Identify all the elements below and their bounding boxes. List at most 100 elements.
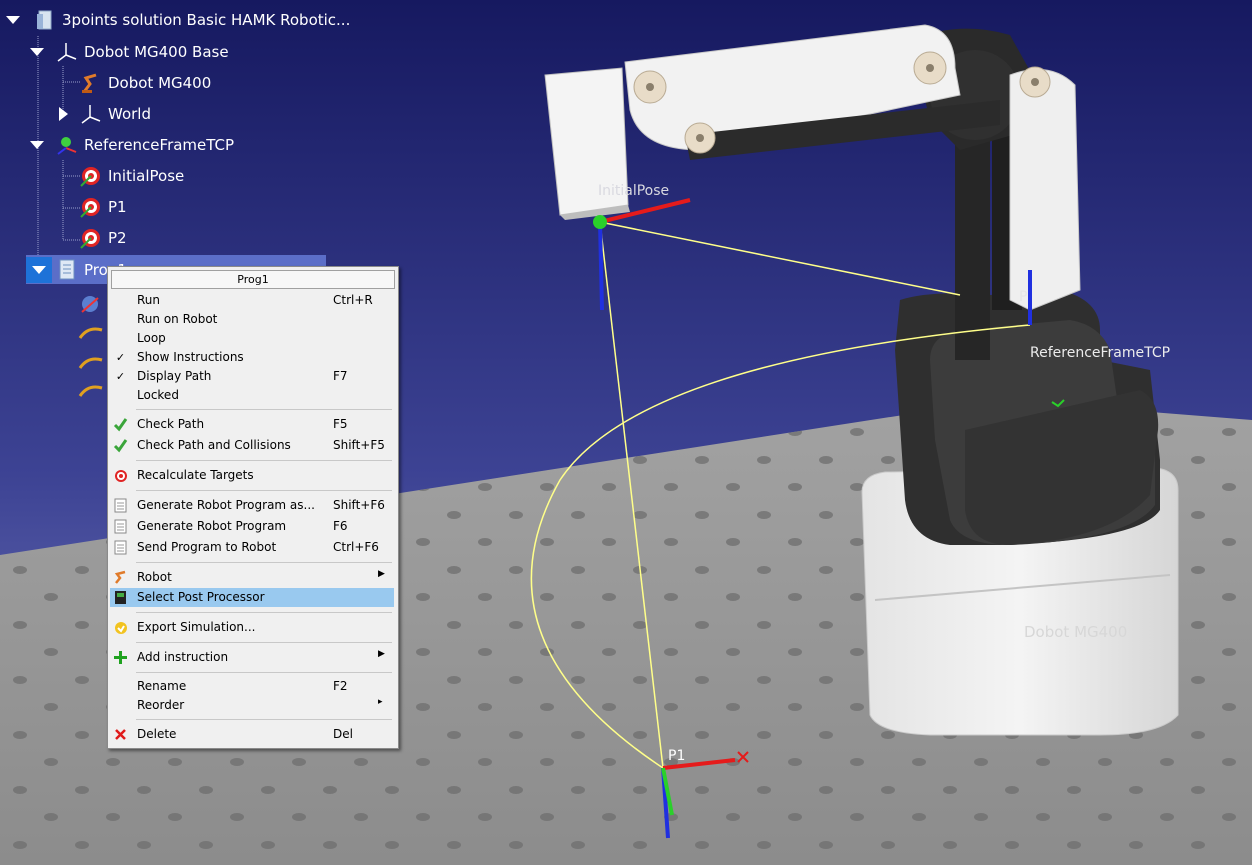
menu-item-recalculate-targets[interactable]: Recalculate Targets [110, 466, 394, 485]
tree-item-label: InitialPose [108, 167, 185, 185]
green-check-icon [112, 437, 129, 454]
menu-item-label: Generate Robot Program [137, 519, 287, 533]
menu-item-shortcut: Shift+F6 [333, 498, 385, 512]
menu-item-label: Show Instructions [137, 350, 244, 364]
tree-item-target[interactable]: P2 [80, 224, 127, 252]
menu-item-delete[interactable]: Delete Del [110, 725, 394, 744]
menu-separator [136, 490, 392, 491]
tree-item-label: ReferenceFrameTCP [84, 136, 235, 154]
collapse-triangle-icon[interactable] [28, 136, 46, 154]
submenu-arrow-icon: ▶ [378, 649, 385, 659]
menu-separator [136, 672, 392, 673]
menu-item-label: Check Path and Collisions [137, 438, 291, 452]
menu-item-label: Generate Robot Program as... [137, 498, 315, 512]
context-menu[interactable]: Prog1 Run Ctrl+R Run on Robot Loop ✓ Sho… [107, 266, 399, 749]
checkmark-icon: ✓ [115, 351, 126, 364]
target-icon [80, 196, 102, 218]
menu-item-locked[interactable]: Locked [110, 386, 394, 405]
tree-item-label: 3points solution Basic HAMK Robotic... [62, 11, 351, 29]
menu-item-label: Select Post Processor [137, 590, 265, 604]
menu-item-export-simulation[interactable]: Export Simulation... [110, 618, 394, 637]
target-icon [80, 227, 102, 249]
program-instructions [78, 292, 108, 406]
tree-item-label: Dobot MG400 [108, 74, 212, 92]
document-icon [112, 497, 129, 514]
tree-item-label: Dobot MG400 Base [84, 43, 229, 61]
menu-item-label: Delete [137, 727, 177, 741]
menu-item-select-post-processor[interactable]: Select Post Processor [110, 588, 394, 607]
reference-frame-icon [80, 103, 102, 125]
instruction-icon [78, 296, 103, 397]
robot-label: Dobot MG400 [1024, 623, 1128, 641]
menu-item-loop[interactable]: Loop [110, 329, 394, 348]
menu-item-shortcut: Ctrl+F6 [333, 540, 379, 554]
delete-x-icon [112, 726, 129, 743]
tree-item-label: World [108, 105, 151, 123]
menu-item-label: Send Program to Robot [137, 540, 277, 554]
tree-item-label: P2 [108, 229, 127, 247]
menu-item-label: Reorder [137, 698, 185, 712]
tree-item-target[interactable]: InitialPose [80, 162, 184, 190]
menu-separator [136, 719, 392, 720]
menu-item-add-instruction[interactable]: Add instruction ▶ [110, 648, 394, 667]
menu-item-shortcut: Ctrl+R [333, 293, 373, 307]
robot-arm-icon [80, 72, 102, 94]
menu-separator [136, 562, 392, 563]
menu-item-run-on-robot[interactable]: Run on Robot [110, 310, 394, 329]
tree-item-world[interactable]: World [54, 100, 151, 128]
tool-frame-icon [56, 134, 78, 156]
menu-item-label: Loop [137, 331, 166, 345]
menu-item-label: Check Path [137, 417, 205, 431]
menu-item-shortcut: F5 [333, 417, 348, 431]
menu-separator [136, 612, 392, 613]
menu-item-shortcut: F7 [333, 369, 348, 383]
menu-item-check-path-collisions[interactable]: Check Path and Collisions Shift+F5 [110, 436, 394, 455]
menu-item-check-path[interactable]: Check Path F5 [110, 415, 394, 434]
tree-item-root[interactable]: 3points solution Basic HAMK Robotic... [4, 6, 350, 34]
menu-item-shortcut: Shift+F5 [333, 438, 385, 452]
menu-item-display-path[interactable]: ✓ Display Path F7 [110, 367, 394, 386]
robot-arm-icon [112, 569, 129, 586]
expand-triangle-icon[interactable] [54, 105, 72, 123]
collapse-triangle-icon[interactable] [28, 43, 46, 61]
menu-item-label: Recalculate Targets [137, 468, 254, 482]
collapse-triangle-icon[interactable] [4, 11, 22, 29]
tree-item-base[interactable]: Dobot MG400 Base [28, 38, 229, 66]
tcp-frame-label: ReferenceFrameTCP [1030, 345, 1171, 361]
menu-item-show-instructions[interactable]: ✓ Show Instructions [110, 348, 394, 367]
menu-separator [136, 642, 392, 643]
green-check-icon [112, 416, 129, 433]
menu-item-reorder[interactable]: Reorder ▸ [110, 696, 394, 715]
menu-item-generate-program-as[interactable]: Generate Robot Program as... Shift+F6 [110, 496, 394, 515]
export-icon [112, 619, 129, 636]
tree-item-target[interactable]: P1 [80, 193, 127, 221]
context-menu-title: Prog1 [111, 270, 395, 289]
document-icon [112, 518, 129, 535]
p1-label: P1 [668, 748, 686, 764]
initialpose-label: InitialPose [598, 183, 670, 199]
menu-item-label: Add instruction [137, 650, 229, 664]
tree-item-label: P1 [108, 198, 127, 216]
menu-item-shortcut: Del [333, 727, 353, 741]
menu-item-rename[interactable]: Rename F2 [110, 677, 394, 696]
collapse-triangle-icon[interactable] [26, 256, 52, 283]
menu-item-label: Run on Robot [137, 312, 218, 326]
menu-item-label: Display Path [137, 369, 212, 383]
menu-item-robot[interactable]: Robot ▶ [110, 568, 394, 587]
menu-separator [136, 409, 392, 410]
menu-item-send-program[interactable]: Send Program to Robot Ctrl+F6 [110, 538, 394, 557]
tree-item-robot[interactable]: Dobot MG400 [80, 69, 211, 97]
menu-item-shortcut: F2 [333, 679, 348, 693]
post-processor-icon [112, 589, 129, 606]
submenu-arrow-icon: ▸ [378, 697, 383, 707]
reference-frame-icon [56, 41, 78, 63]
menu-item-label: Export Simulation... [137, 620, 256, 634]
target-icon [80, 165, 102, 187]
plus-icon [112, 649, 129, 666]
menu-item-label: Robot [137, 570, 172, 584]
menu-item-run[interactable]: Run Ctrl+R [110, 291, 394, 310]
p2-label: P [1019, 289, 1028, 305]
tree-item-ref-frame[interactable]: ReferenceFrameTCP [28, 131, 234, 159]
document-icon [112, 539, 129, 556]
menu-item-generate-program[interactable]: Generate Robot Program F6 [110, 517, 394, 536]
